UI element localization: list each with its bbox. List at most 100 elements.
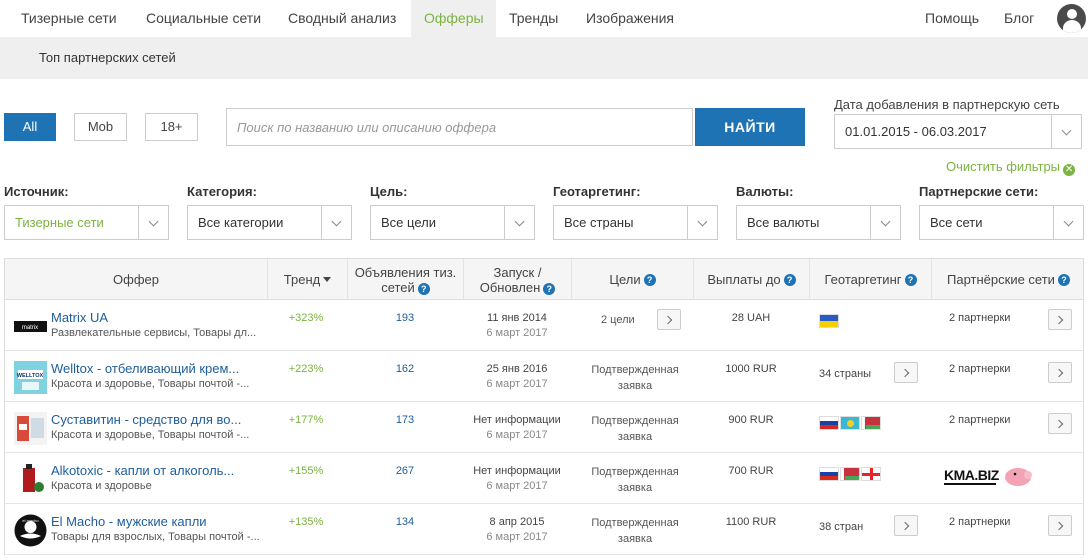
column-header-payouts[interactable]: Выплаты до? [693, 259, 809, 300]
svg-text:matrix: matrix [22, 325, 38, 331]
table-row[interactable]: matrix Matrix UA Развлекательные сервисы… [5, 300, 1083, 351]
filter-source-select[interactable]: Тизерные сети [4, 205, 169, 240]
offer-name-link[interactable]: Суставитин - средство для во... [51, 412, 261, 427]
launch-dates: 8 апр 2015 6 март 2017 [463, 515, 571, 545]
column-header-goals[interactable]: Цели? [571, 259, 693, 300]
nav-item-social-networks[interactable]: Социальные сети [133, 0, 274, 37]
filter-goal-select[interactable]: Все цели [370, 205, 535, 240]
filter-source-value: Тизерные сети [15, 215, 104, 230]
filter-networks-label: Партнерские сети: [919, 184, 1039, 199]
column-header-offer[interactable]: Оффер [5, 259, 267, 300]
belarus-flag-icon [840, 467, 860, 481]
chevron-down-icon [1051, 115, 1081, 148]
offer-name-link[interactable]: Alkotoxic - капли от алкоголь... [51, 463, 261, 478]
offer-name-link[interactable]: Welltox - отбеливающий крем... [51, 361, 261, 376]
column-header-networks[interactable]: Партнёрские сети? [931, 259, 1085, 300]
table-row[interactable]: Alkotoxic - капли от алкоголь... Красота… [5, 453, 1083, 504]
offer-name-link[interactable]: Matrix UA [51, 310, 261, 325]
networks-expand-button[interactable] [1048, 515, 1072, 536]
kma-network-logo[interactable]: KMA.BIZ [942, 463, 1034, 491]
table-row[interactable]: Суставитин - средство для во... Красота … [5, 402, 1083, 453]
ads-count[interactable]: 267 [347, 465, 463, 477]
table-row[interactable]: WELLTOX Welltox - отбеливающий крем... К… [5, 351, 1083, 402]
filter-geo-select[interactable]: Все страны [553, 205, 718, 240]
help-icon[interactable]: ? [417, 282, 430, 295]
nav-item-help[interactable]: Помощь [912, 0, 992, 37]
close-icon: ✕ [1063, 164, 1076, 176]
geo-expand-button[interactable] [894, 362, 918, 383]
help-icon[interactable]: ? [904, 273, 917, 286]
top-navigation: Тизерные сети Социальные сети Сводный ан… [0, 0, 1088, 37]
updated-date: 6 март 2017 [486, 327, 548, 339]
help-icon[interactable]: ? [1057, 273, 1070, 286]
belarus-flag-icon [861, 416, 881, 430]
goals-text: Подтвержденная заявка [591, 466, 679, 494]
offer-thumbnail: matrix [14, 321, 47, 332]
filter-networks-select[interactable]: Все сети [919, 205, 1084, 240]
svg-text:WELLTOX: WELLTOX [17, 373, 44, 379]
help-icon[interactable]: ? [783, 273, 796, 286]
column-header-trend[interactable]: Тренд [267, 259, 347, 300]
goals-expand-button[interactable] [657, 309, 681, 330]
geo-expand-button[interactable] [894, 515, 918, 536]
ukraine-flag-icon [819, 314, 839, 328]
offer-category: Развлекательные сервисы, Товары дл... [51, 327, 257, 339]
filter-category-select[interactable]: Все категории [187, 205, 352, 240]
offer-name-link[interactable]: El Macho - мужские капли [51, 514, 261, 529]
nav-item-offers[interactable]: Офферы [411, 0, 496, 37]
column-header-networks-label: Партнёрские сети [947, 272, 1055, 287]
ads-count[interactable]: 193 [347, 312, 463, 324]
nav-item-teaser-networks[interactable]: Тизерные сети [8, 0, 130, 37]
nav-item-summary-analysis[interactable]: Сводный анализ [275, 0, 409, 37]
networks-expand-button[interactable] [1048, 413, 1072, 434]
goals-text: Подтвержденная заявка [591, 364, 679, 392]
nav-item-images[interactable]: Изображения [573, 0, 687, 37]
table-row[interactable]: el macho El Macho - мужские капли Товары… [5, 504, 1083, 555]
column-header-payouts-label: Выплаты до [707, 272, 781, 287]
svg-text:el macho: el macho [22, 518, 39, 523]
offer-thumbnail [14, 463, 47, 496]
column-header-geo[interactable]: Геотаргетинг? [809, 259, 931, 300]
ads-count[interactable]: 134 [347, 516, 463, 528]
goals-text: 2 цели [601, 314, 635, 326]
networks-expand-button[interactable] [1048, 309, 1072, 330]
filter-currency-select[interactable]: Все валюты [736, 205, 901, 240]
geo-flags [819, 314, 839, 328]
clear-filters-link[interactable]: Очистить фильтры ✕ [946, 159, 1076, 176]
payout-value: 1000 RUR [725, 363, 777, 375]
offer-category: Красота и здоровье, Товары почтой -... [51, 378, 250, 390]
segment-all-button[interactable]: All [4, 113, 56, 141]
filter-networks-value: Все сети [930, 215, 983, 230]
filter-category-label: Категория: [187, 184, 257, 199]
column-header-launch[interactable]: Запуск / Обновлен? [463, 259, 571, 300]
subnav-item-top-networks[interactable]: Топ партнерских сетей [39, 37, 176, 79]
ads-count[interactable]: 162 [347, 363, 463, 375]
search-input[interactable] [226, 108, 693, 146]
launch-date: 25 янв 2016 [486, 363, 548, 375]
ads-count[interactable]: 173 [347, 414, 463, 426]
networks-count: 2 партнерки [949, 516, 1011, 528]
networks-expand-button[interactable] [1048, 362, 1072, 383]
nav-item-trends[interactable]: Тренды [496, 0, 571, 37]
column-header-trend-label: Тренд [283, 272, 321, 287]
geo-countries-count: 34 страны [819, 368, 872, 380]
segment-mob-button[interactable]: Mob [74, 113, 127, 141]
help-icon[interactable]: ? [643, 273, 656, 286]
offer-category: Красота и здоровье, Товары почтой -... [51, 429, 250, 441]
launch-dates: Нет информации 6 март 2017 [463, 464, 571, 494]
trend-value: +223% [288, 363, 324, 375]
segment-adult-button[interactable]: 18+ [145, 113, 198, 141]
user-avatar[interactable] [1057, 4, 1086, 33]
filter-goal-label: Цель: [370, 184, 408, 199]
help-icon[interactable]: ? [543, 282, 556, 295]
column-header-ads[interactable]: Объявления тиз. сетей? [347, 259, 463, 300]
networks-count: 2 партнерки [949, 363, 1011, 375]
filter-geo-value: Все страны [564, 215, 634, 230]
search-button[interactable]: НАЙТИ [695, 108, 805, 146]
trend-value: +323% [288, 312, 324, 324]
nav-item-blog[interactable]: Блог [991, 0, 1047, 37]
sub-navigation: Топ партнерских сетей [0, 37, 1088, 79]
date-range-select[interactable]: 01.01.2015 - 06.03.2017 [834, 114, 1082, 149]
goals-text: Подтвержденная заявка [591, 517, 679, 545]
column-header-ads-label: Объявления тиз. [354, 264, 457, 280]
